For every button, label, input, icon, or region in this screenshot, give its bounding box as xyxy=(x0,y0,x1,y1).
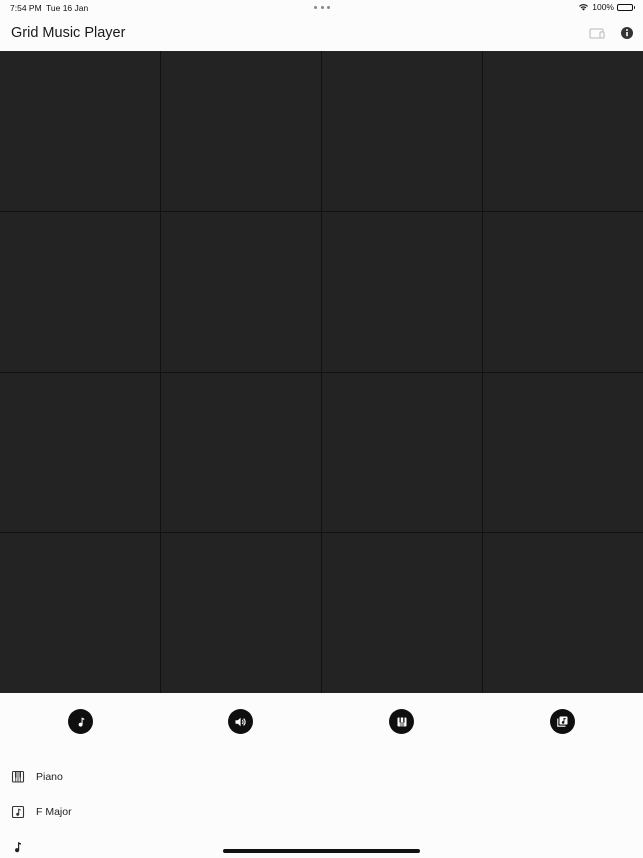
key-signature-icon xyxy=(11,805,25,819)
note-row[interactable] xyxy=(0,837,643,858)
grid-cell[interactable] xyxy=(322,372,482,533)
grid-cell[interactable] xyxy=(322,211,482,372)
instrument-row[interactable]: Piano xyxy=(0,767,643,789)
info-icon[interactable] xyxy=(619,25,635,41)
grid-cell[interactable] xyxy=(0,51,160,211)
grid-cell[interactable] xyxy=(161,533,321,693)
status-time: 7:54 PM xyxy=(10,3,42,13)
battery-percentage: 100% xyxy=(592,2,614,12)
instrument-label: Piano xyxy=(36,771,63,783)
grid-cell[interactable] xyxy=(161,51,321,211)
music-note-button[interactable] xyxy=(68,709,93,734)
status-date: Tue 16 Jan xyxy=(46,3,89,13)
music-grid xyxy=(0,51,643,693)
grid-cell[interactable] xyxy=(0,533,160,693)
grid-cell[interactable] xyxy=(0,372,160,533)
app-bar: Grid Music Player xyxy=(0,16,643,51)
grid-cell[interactable] xyxy=(322,533,482,693)
status-indicators: 100% xyxy=(578,2,635,12)
key-label: F Major xyxy=(36,806,72,818)
piano-keys-icon xyxy=(11,770,25,784)
grid-cell[interactable] xyxy=(161,211,321,372)
key-row[interactable]: F Major xyxy=(0,802,643,824)
grid-cell[interactable] xyxy=(483,372,643,533)
piano-button[interactable] xyxy=(389,709,414,734)
battery-icon xyxy=(617,3,635,11)
grid-cell[interactable] xyxy=(483,51,643,211)
grid-cell[interactable] xyxy=(483,211,643,372)
music-library-icon xyxy=(557,716,568,727)
grid-cell[interactable] xyxy=(0,211,160,372)
music-note-icon xyxy=(11,840,25,854)
bottom-toolbar xyxy=(0,693,643,748)
grid-cell[interactable] xyxy=(161,372,321,533)
piano-icon xyxy=(397,717,406,726)
music-library-button[interactable] xyxy=(550,709,575,734)
status-bar: 7:54 PM Tue 16 Jan 100% xyxy=(0,0,643,16)
volume-button[interactable] xyxy=(228,709,253,734)
home-indicator[interactable] xyxy=(223,849,420,853)
wifi-icon xyxy=(578,3,589,11)
music-note-icon xyxy=(78,717,84,727)
grid-cell[interactable] xyxy=(322,51,482,211)
volume-icon xyxy=(235,717,246,726)
grid-cell[interactable] xyxy=(483,533,643,693)
multitasking-dots-icon[interactable] xyxy=(314,6,330,10)
app-screen: 7:54 PM Tue 16 Jan 100% Grid Music Playe… xyxy=(0,0,643,858)
app-title: Grid Music Player xyxy=(11,25,126,41)
cast-icon[interactable] xyxy=(588,25,606,41)
